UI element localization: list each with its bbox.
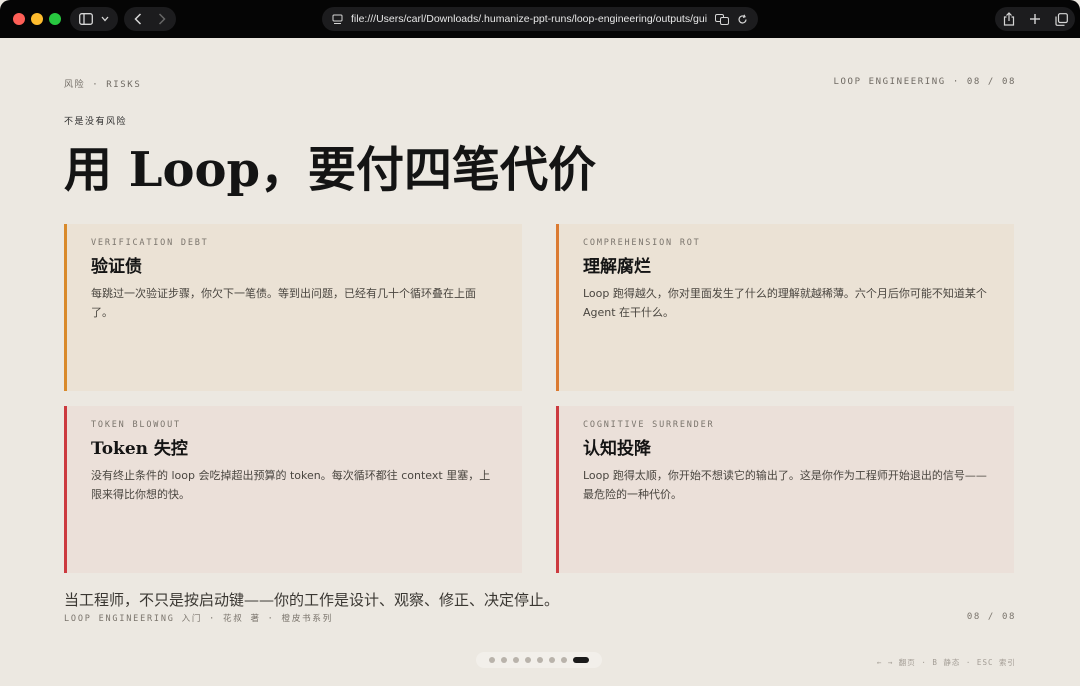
navigation-buttons: [124, 7, 176, 31]
risk-card-token-blowout: TOKEN BLOWOUT Token 失控 没有终止条件的 loop 会吃掉超…: [64, 406, 522, 573]
card-body: Loop 跑得越久，你对里面发生了什么的理解就越稀薄。六个月后你可能不知道某个 …: [583, 287, 987, 319]
pagination-dot-6[interactable]: [549, 657, 555, 663]
forward-button[interactable]: [158, 13, 166, 25]
pagination-dot-3[interactable]: [513, 657, 519, 663]
pagination-dot-8[interactable]: [573, 657, 589, 663]
back-button[interactable]: [134, 13, 142, 25]
closing-quote: 当工程师，不只是按启动键——你的工作是设计、观察、修正、决定停止。: [64, 591, 560, 609]
pagination-dot-1[interactable]: [489, 657, 495, 663]
pagination-dot-4[interactable]: [525, 657, 531, 663]
chevron-down-icon: [101, 16, 109, 22]
keyboard-hint: ← → 翻页 · B 静态 · ESC 索引: [876, 658, 1016, 667]
reload-icon[interactable]: [737, 14, 748, 25]
window-actions: [995, 7, 1075, 31]
risk-card-cognitive-surrender: COGNITIVE SURRENDER 认知投降 Loop 跑得太顺，你开始不想…: [556, 406, 1014, 573]
card-label: TOKEN BLOWOUT: [91, 420, 181, 430]
sidebar-icon: [79, 13, 93, 25]
pagination-dot-7[interactable]: [561, 657, 567, 663]
translate-icon[interactable]: [715, 13, 729, 25]
card-title: 验证债: [91, 257, 142, 277]
card-label: COGNITIVE SURRENDER: [583, 420, 715, 430]
card-label: COMPREHENSION ROT: [583, 238, 701, 248]
deck-label: LOOP ENGINEERING · 08 / 08: [833, 77, 1016, 87]
pagination-dots: [476, 652, 602, 668]
new-tab-icon[interactable]: [1029, 13, 1041, 25]
page-number: 08 / 08: [966, 612, 1016, 622]
section-label: 风险 · RISKS: [64, 80, 142, 90]
tab-overview-icon[interactable]: [1054, 12, 1068, 26]
card-title: 理解腐烂: [583, 257, 651, 277]
slide-kicker: 不是没有风险: [64, 117, 128, 127]
slide-title: 用 Loop，要付四笔代价: [64, 142, 597, 198]
sidebar-toggle-button[interactable]: [70, 7, 118, 31]
card-label: VERIFICATION DEBT: [91, 238, 209, 248]
slide: 风险 · RISKS LOOP ENGINEERING · 08 / 08 不是…: [0, 38, 1080, 686]
minimize-window-button[interactable]: [31, 13, 43, 25]
card-body: 每跳过一次验证步骤，你欠下一笔债。等到出问题，已经有几十个循环叠在上面了。: [91, 287, 476, 319]
risk-card-comprehension-rot: COMPREHENSION ROT 理解腐烂 Loop 跑得越久，你对里面发生了…: [556, 224, 1014, 391]
browser-toolbar: file:///Users/carl/Downloads/.humanize-p…: [0, 0, 1080, 38]
pagination-dot-5[interactable]: [537, 657, 543, 663]
card-title: 认知投降: [583, 439, 651, 459]
card-body: 没有终止条件的 loop 会吃掉超出预算的 token。每次循环都往 conte…: [91, 469, 491, 501]
card-title: Token 失控: [91, 439, 188, 459]
zoom-window-button[interactable]: [49, 13, 61, 25]
url-text: file:///Users/carl/Downloads/.humanize-p…: [351, 13, 707, 25]
risk-card-verification-debt: VERIFICATION DEBT 验证债 每跳过一次验证步骤，你欠下一笔债。等…: [64, 224, 522, 391]
address-bar[interactable]: file:///Users/carl/Downloads/.humanize-p…: [322, 7, 758, 31]
colophon: LOOP ENGINEERING 入门 · 花叔 著 · 橙皮书系列: [64, 614, 334, 624]
close-window-button[interactable]: [13, 13, 25, 25]
share-icon[interactable]: [1003, 12, 1015, 26]
pagination-dot-2[interactable]: [501, 657, 507, 663]
page-settings-icon[interactable]: [332, 14, 343, 25]
card-body: Loop 跑得太顺，你开始不想读它的输出了。这是你作为工程师开始退出的信号——最…: [583, 469, 987, 501]
